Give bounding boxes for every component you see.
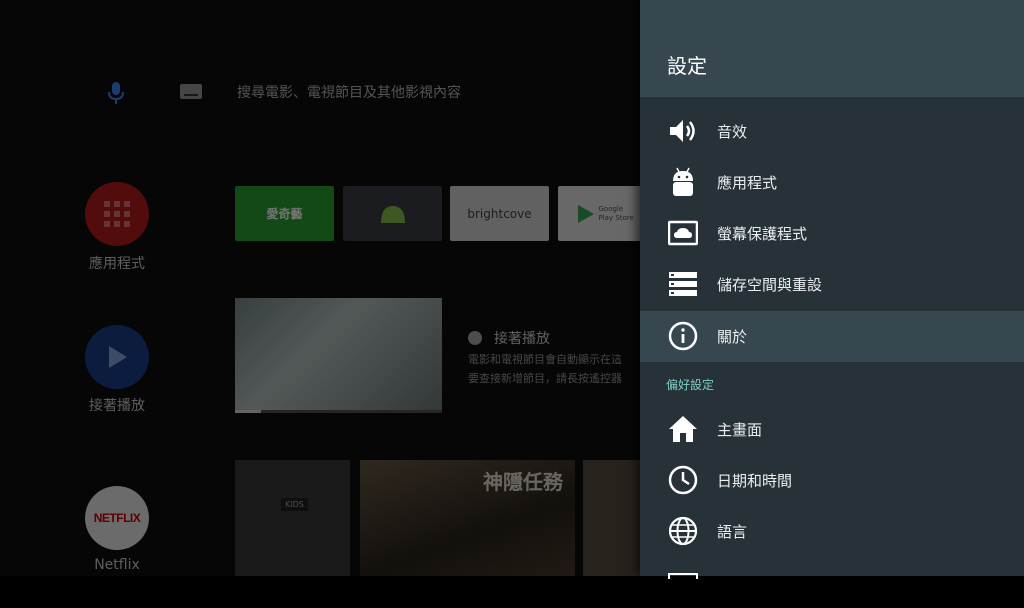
android-icon bbox=[673, 167, 693, 196]
google-play-tile-label: Google Play Store bbox=[598, 204, 634, 222]
search-placeholder[interactable]: 搜尋電影、電視節目及其他影視內容 bbox=[237, 82, 461, 102]
netflix-button[interactable]: NETFLIX bbox=[85, 486, 149, 550]
settings-item-about[interactable]: 關於 bbox=[640, 311, 1024, 362]
iqiyi-app-tile[interactable]: 愛奇藝 bbox=[235, 186, 334, 241]
play-icon bbox=[109, 346, 127, 368]
play-next-label: 接著播放 bbox=[89, 398, 145, 414]
movie-poster[interactable]: 神隱任務 bbox=[360, 460, 575, 576]
preferences-section-header: 偏好設定 bbox=[666, 378, 715, 392]
globe-icon bbox=[668, 516, 698, 546]
play-next-button[interactable] bbox=[85, 325, 149, 389]
partial-icon bbox=[668, 573, 698, 579]
clock-icon bbox=[668, 465, 698, 495]
settings-item-label: 音效 bbox=[717, 123, 748, 141]
settings-item-label: 日期和時間 bbox=[717, 472, 793, 490]
settings-item-storage[interactable]: 儲存空間與重設 bbox=[640, 259, 1024, 310]
settings-item-label: 螢幕保護程式 bbox=[717, 225, 808, 243]
microphone-icon[interactable] bbox=[108, 82, 124, 104]
progress-bar bbox=[235, 410, 442, 413]
apps-label: 應用程式 bbox=[89, 256, 145, 272]
movie-poster-title: 神隱任務 bbox=[483, 470, 563, 494]
android-icon bbox=[380, 205, 405, 223]
settings-item-label: 儲存空間與重設 bbox=[717, 276, 823, 294]
volume-icon bbox=[670, 120, 695, 142]
info-icon bbox=[668, 321, 698, 351]
settings-item-label: 應用程式 bbox=[717, 174, 778, 192]
settings-header: 設定 bbox=[640, 0, 1024, 97]
screensaver-icon bbox=[668, 220, 698, 246]
kids-poster[interactable]: KIDS bbox=[235, 460, 350, 576]
settings-item-date-time[interactable]: 日期和時間 bbox=[640, 455, 1024, 506]
settings-item-sound[interactable]: 音效 bbox=[640, 106, 1024, 157]
settings-item-home-screen[interactable]: 主畫面 bbox=[640, 404, 1024, 455]
android-app-tile[interactable] bbox=[343, 186, 442, 241]
brightcove-tile-label: brightcove bbox=[467, 206, 532, 221]
netflix-logo: NETFLIX bbox=[93, 511, 141, 525]
continue-watching-thumbnail[interactable] bbox=[235, 298, 442, 413]
settings-item-label: 主畫面 bbox=[717, 421, 763, 439]
kids-badge: KIDS bbox=[281, 498, 308, 511]
settings-item-label: 語言 bbox=[717, 523, 748, 541]
netflix-label: Netflix bbox=[94, 557, 140, 573]
google-play-app-tile[interactable]: Google Play Store bbox=[558, 186, 640, 241]
continue-watching-desc: 電影和電視節目會自動顯示在這 要查接新增節目，請長按遙控器 bbox=[468, 353, 622, 385]
settings-title: 設定 bbox=[667, 54, 707, 78]
apps-grid-icon bbox=[104, 201, 130, 227]
brightcove-app-tile[interactable]: brightcove bbox=[450, 186, 549, 241]
movie-poster-partial[interactable] bbox=[583, 460, 640, 576]
settings-item-apps[interactable]: 應用程式 bbox=[640, 157, 1024, 208]
settings-item-partial[interactable] bbox=[640, 557, 1024, 608]
settings-panel: 設定 音效 應用程式 螢幕保護程式 儲存空間與重設 關於 偏好設定 主畫面 日期… bbox=[640, 0, 1024, 579]
home-launcher: 搜尋電影、電視節目及其他影視內容 應用程式 接著播放 NETFLIX Netfl… bbox=[0, 0, 640, 576]
storage-icon bbox=[669, 272, 697, 296]
settings-item-label: 關於 bbox=[717, 328, 748, 346]
google-play-icon bbox=[577, 204, 594, 223]
settings-item-language[interactable]: 語言 bbox=[640, 506, 1024, 557]
keyboard-icon[interactable] bbox=[180, 84, 202, 99]
iqiyi-tile-label: 愛奇藝 bbox=[266, 207, 303, 221]
apps-button[interactable] bbox=[85, 182, 149, 246]
home-icon bbox=[669, 416, 697, 442]
continue-watching-title: 接著播放 bbox=[468, 328, 550, 348]
settings-item-screensaver[interactable]: 螢幕保護程式 bbox=[640, 208, 1024, 259]
